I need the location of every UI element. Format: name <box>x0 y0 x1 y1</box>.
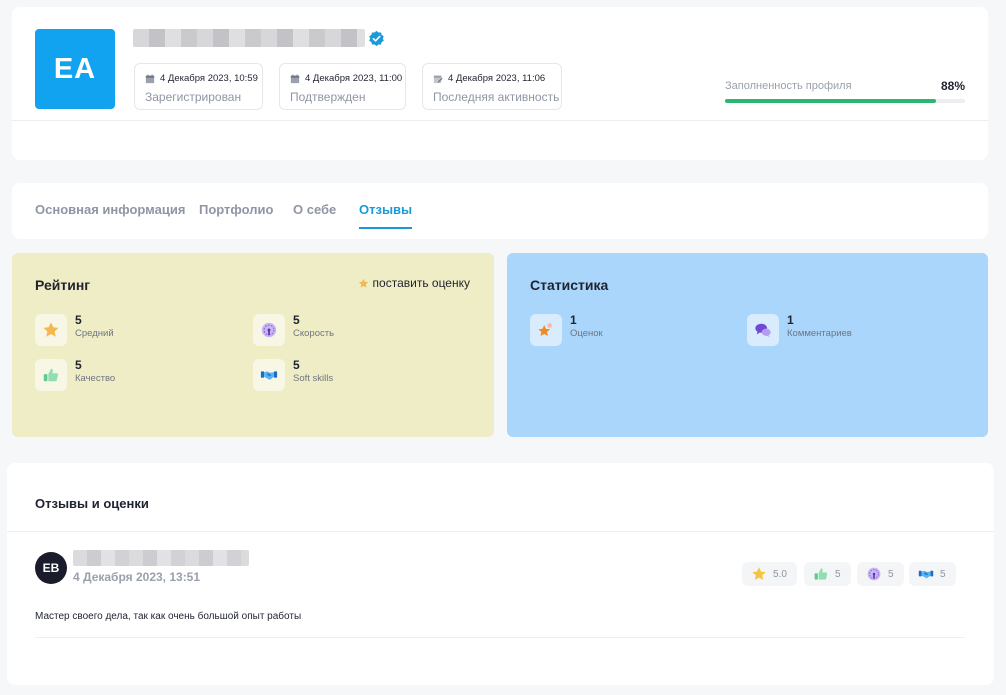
metric-icon-tile <box>530 314 562 346</box>
rate-button[interactable]: поставить оценку <box>358 276 470 290</box>
metric-label: Качество <box>75 373 116 384</box>
review-score-chip: 5 <box>857 562 904 586</box>
metric-icon-tile <box>253 314 285 346</box>
rating-title: Рейтинг <box>35 277 91 293</box>
metric-icon-tile <box>253 359 285 391</box>
star-icon <box>752 567 766 580</box>
review-score-chip: 5 <box>804 562 851 586</box>
last-activity-date: 4 Декабря 2023, 11:06 <box>448 73 546 84</box>
handshake-icon <box>918 570 934 579</box>
confirmed-date: 4 Декабря 2023, 11:00 <box>305 73 403 84</box>
thumbs-up-icon <box>43 368 58 382</box>
completeness-label: Заполненность профиля <box>725 80 852 92</box>
calendar-icon <box>290 73 300 83</box>
user-name-redacted <box>133 29 365 47</box>
tab-reviews[interactable]: Отзывы <box>359 202 413 229</box>
metric-value: 5 <box>75 313 82 327</box>
completeness-progress-fill <box>725 99 937 103</box>
speedometer-icon <box>261 322 277 338</box>
registered-label: Зарегистрирован <box>145 90 242 104</box>
metric-icon-tile <box>747 314 779 346</box>
metric-label: Комментариев <box>787 328 852 339</box>
tab-portfolio[interactable]: Портфолио <box>199 202 273 217</box>
chip-value: 5 <box>888 568 894 580</box>
review-score-chip: 5.0 <box>742 562 797 586</box>
metric-value: 1 <box>570 313 577 327</box>
reviews-title: Отзывы и оценки <box>35 496 149 511</box>
verified-badge-icon <box>369 30 384 47</box>
star-icon <box>43 322 59 337</box>
metric-value: 5 <box>293 313 300 327</box>
reviewer-name-redacted <box>73 550 249 566</box>
speedometer-icon <box>867 567 881 581</box>
statistics-panel: Статистика 1 Оценок 1 Комментариев <box>507 253 988 437</box>
review-score-chip: 5 <box>909 562 956 586</box>
reviews-card: Отзывы и оценки EB 4 Декабря 2023, 13:51… <box>7 463 994 685</box>
metric-value: 5 <box>75 358 82 372</box>
chip-value: 5.0 <box>773 568 787 580</box>
avatar: EA <box>35 29 115 109</box>
rating-panel: Рейтинг поставить оценку 5 Средний 5 Ско… <box>12 253 494 437</box>
metric-label: Скорость <box>293 328 335 339</box>
review-date: 4 Декабря 2023, 13:51 <box>73 570 201 584</box>
last-activity-label: Последняя активность <box>433 90 560 104</box>
statistics-title: Статистика <box>530 277 609 293</box>
completeness-progress-bar <box>725 99 965 103</box>
chip-value: 5 <box>835 568 841 580</box>
metric-label: Оценок <box>570 328 603 339</box>
reviewer-avatar[interactable]: EB <box>35 552 67 584</box>
profile-header-card: EA 4 Декабря 2023, 10:59 Зарегистрирован… <box>12 7 988 160</box>
chip-value: 5 <box>940 568 946 580</box>
review-text: Мастер своего дела, так как очень большо… <box>35 611 302 622</box>
metric-label: Soft skills <box>293 373 334 384</box>
metric-value: 5 <box>293 358 300 372</box>
star-icon <box>358 278 368 288</box>
last-activity-box: 4 Декабря 2023, 11:06 Последняя активнос… <box>422 63 562 110</box>
calendar-icon <box>145 73 155 83</box>
registered-date-box: 4 Декабря 2023, 10:59 Зарегистрирован <box>134 63 263 110</box>
confirmed-label: Подтвержден <box>290 90 366 104</box>
metric-icon-tile <box>35 359 67 391</box>
profile-tabs: Основная информация Портфолио О себе Отз… <box>12 183 988 239</box>
star-rating-icon <box>538 323 552 337</box>
registered-date: 4 Декабря 2023, 10:59 <box>160 73 258 84</box>
edit-calendar-icon <box>433 75 443 83</box>
divider <box>7 531 994 532</box>
tab-about[interactable]: О себе <box>293 202 336 217</box>
confirmed-date-box: 4 Декабря 2023, 11:00 Подтвержден <box>279 63 406 110</box>
metric-value: 1 <box>787 313 794 327</box>
metric-label: Средний <box>75 328 114 339</box>
tab-main-info[interactable]: Основная информация <box>35 202 185 217</box>
comments-icon <box>755 323 771 338</box>
divider <box>12 120 988 121</box>
thumbs-up-icon <box>814 568 828 580</box>
metric-icon-tile <box>35 314 67 346</box>
handshake-icon <box>260 371 278 380</box>
completeness-percent: 88% <box>940 79 965 93</box>
rate-button-label: поставить оценку <box>372 276 470 290</box>
divider <box>35 637 965 638</box>
